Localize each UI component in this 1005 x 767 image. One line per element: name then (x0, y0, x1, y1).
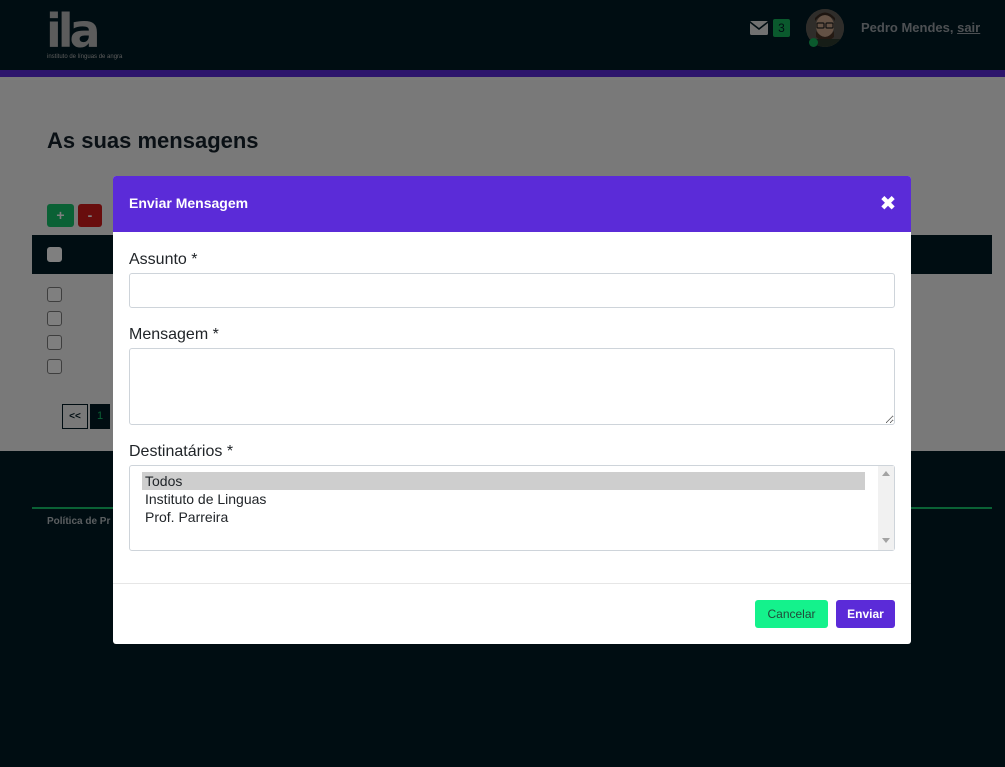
dialog-title: Enviar Mensagem (129, 195, 249, 211)
message-label: Mensagem * (129, 326, 219, 343)
dialog-footer-divider (113, 583, 911, 584)
subject-label: Assunto * (129, 251, 198, 268)
recipients-listbox[interactable]: Todos Instituto de Linguas Prof. Parreir… (129, 465, 895, 551)
message-textarea[interactable] (129, 348, 895, 425)
recipient-option-instituto[interactable]: Instituto de Linguas (142, 490, 865, 508)
recipient-option-parreira[interactable]: Prof. Parreira (142, 508, 865, 526)
scroll-down-icon[interactable] (882, 538, 890, 543)
close-icon[interactable]: ✖ (877, 191, 899, 217)
scroll-up-icon[interactable] (882, 471, 890, 476)
send-message-dialog: Enviar Mensagem ✖ Assunto * Mensagem * D… (113, 176, 911, 644)
send-button[interactable]: Enviar (836, 600, 895, 628)
recipient-option-todos[interactable]: Todos (142, 472, 865, 490)
cancel-button[interactable]: Cancelar (755, 600, 828, 628)
listbox-scrollbar[interactable] (878, 466, 894, 550)
subject-input[interactable] (129, 273, 895, 308)
recipients-label: Destinatários * (129, 443, 234, 460)
dialog-header: Enviar Mensagem ✖ (113, 176, 911, 232)
